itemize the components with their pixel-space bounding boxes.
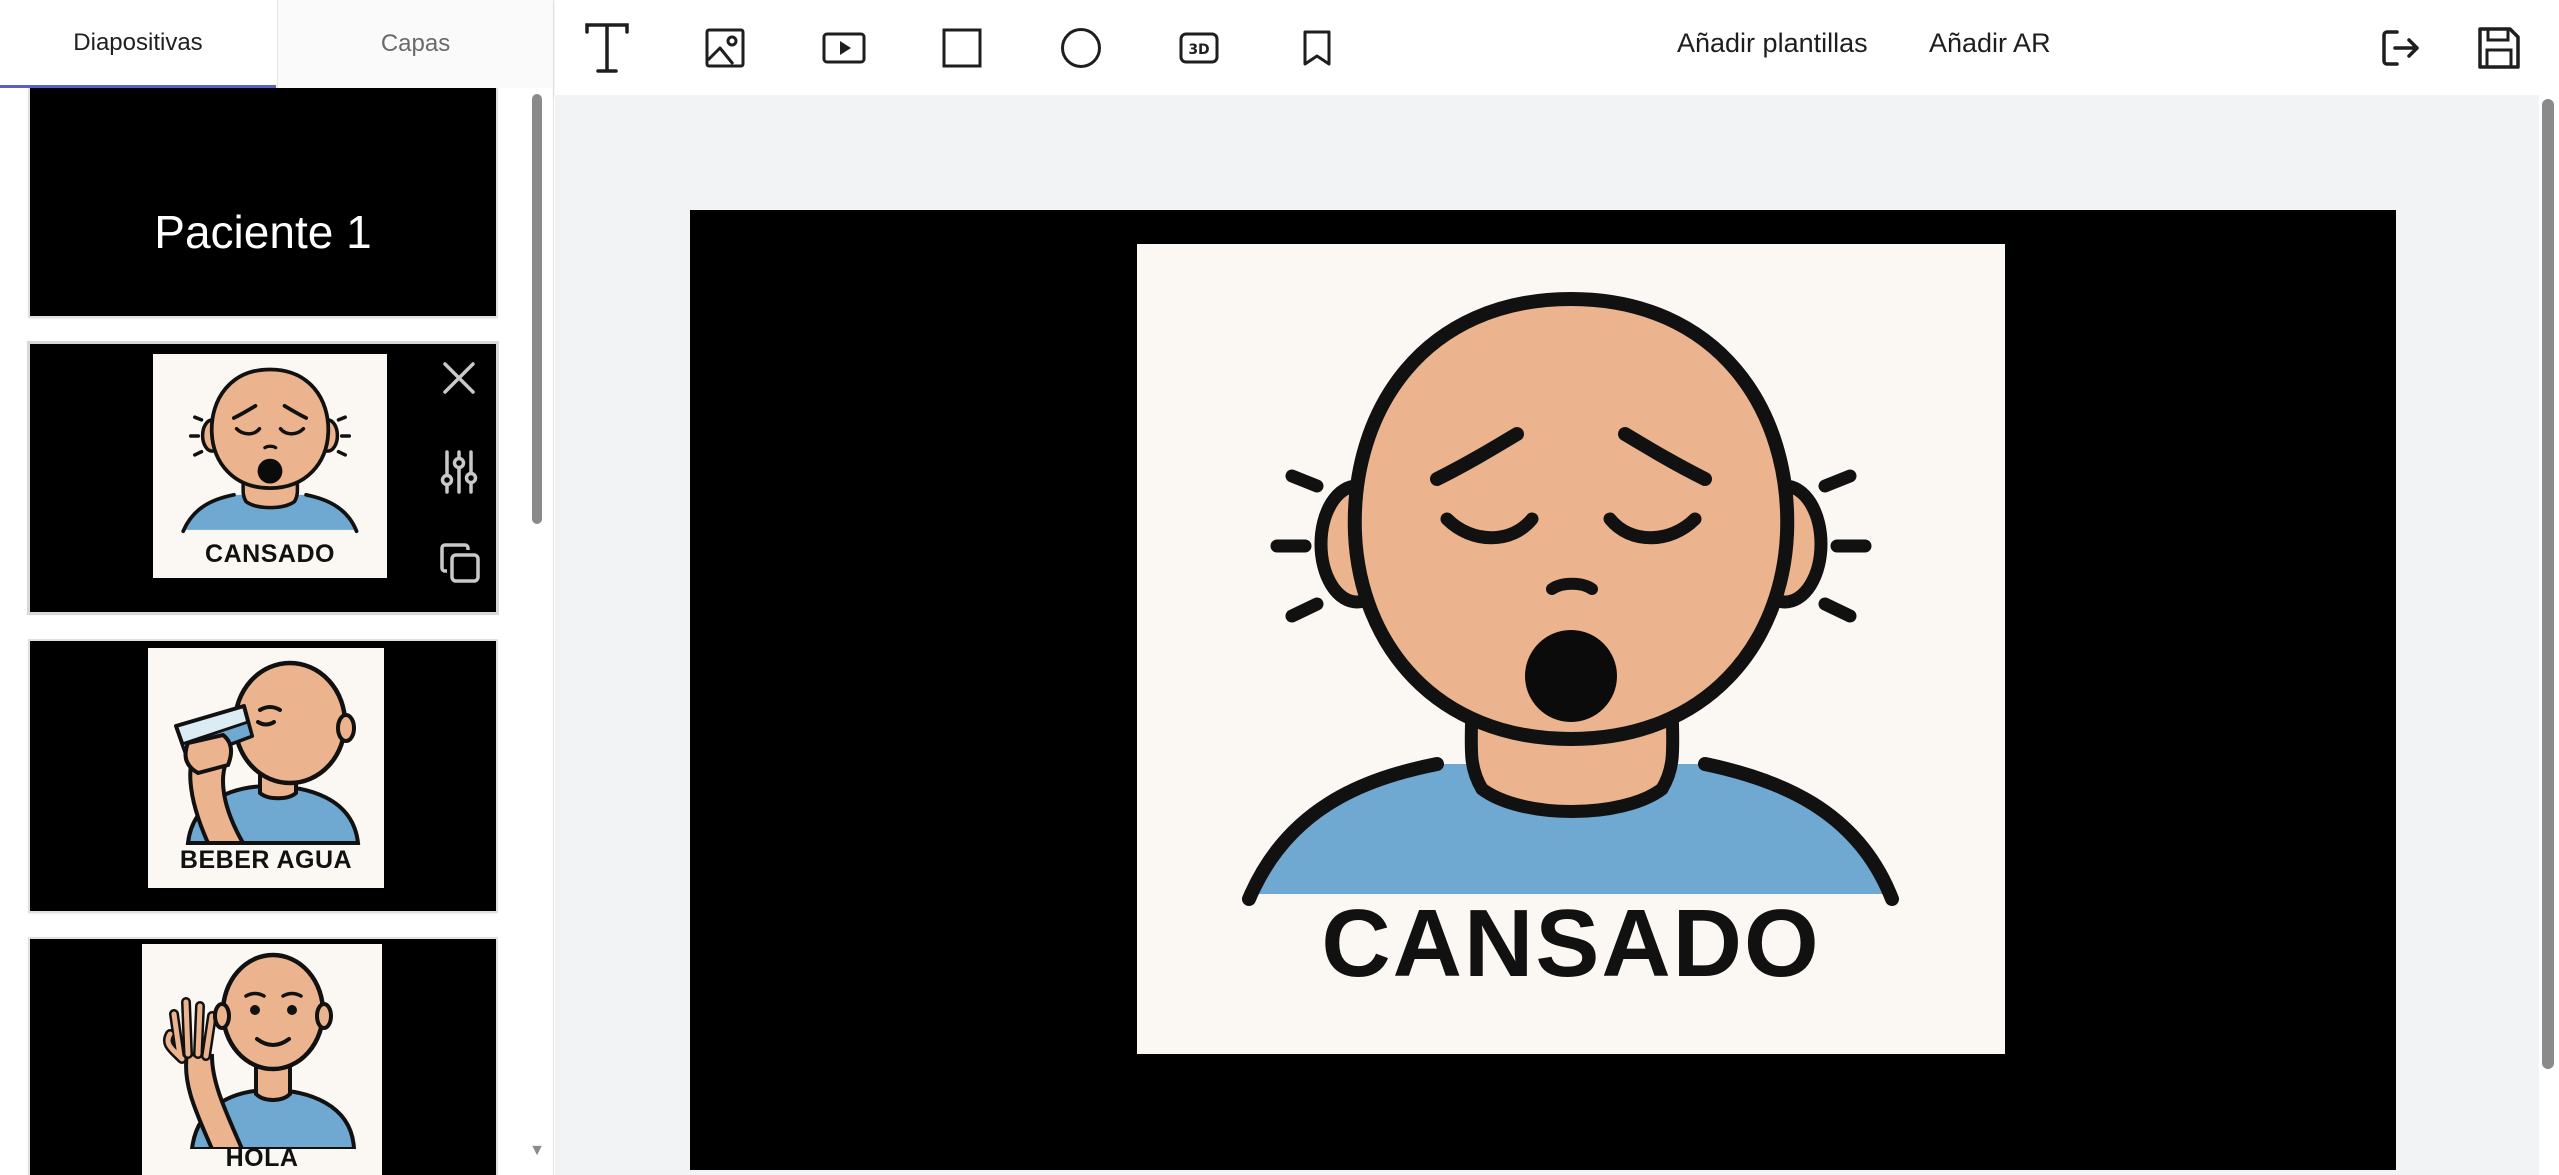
pictogram-card[interactable]: CANSADO: [1137, 244, 2005, 1054]
exit-icon: [2382, 30, 2419, 66]
pictogram-card: BEBER AGUA: [148, 648, 384, 888]
add-image-button[interactable]: [697, 20, 753, 76]
pictogram-label: BEBER AGUA: [179, 846, 353, 874]
add-video-button[interactable]: [816, 20, 872, 76]
add-templates-button[interactable]: Añadir plantillas: [1677, 28, 1868, 59]
canvas-scrollbar[interactable]: [2539, 95, 2559, 1175]
scrollbar-thumb[interactable]: [2542, 99, 2554, 1069]
add-3d-button[interactable]: 3D: [1171, 20, 1227, 76]
add-text-button[interactable]: [579, 20, 635, 76]
drinking-water-pictogram: [174, 660, 361, 845]
delete-slide-icon[interactable]: [439, 358, 479, 398]
circle-icon: [1061, 28, 1101, 68]
slides-panel: Diapositivas Capas Paciente 1 CANSADO BE…: [0, 0, 554, 1175]
save-icon: [2478, 27, 2520, 69]
slide-thumbnail-4[interactable]: HOLA: [28, 937, 498, 1175]
slide-actions: [436, 358, 482, 598]
editor-app: Diapositivas Capas Paciente 1 CANSADO BE…: [0, 0, 2559, 1175]
video-icon: [822, 32, 866, 64]
panel-tabs: Diapositivas Capas: [0, 0, 554, 88]
add-circle-button[interactable]: [1053, 20, 1109, 76]
text-icon: [585, 23, 629, 73]
pictogram-label: CANSADO: [205, 540, 335, 568]
bookmark-icon: [1303, 30, 1331, 66]
3d-icon: 3D: [1179, 32, 1219, 64]
canvas-area[interactable]: CANSADO: [555, 95, 2539, 1175]
svg-text:3D: 3D: [1188, 42, 1209, 58]
pictogram-label[interactable]: CANSADO: [1137, 889, 2005, 999]
pictogram-label: HOLA: [225, 1144, 299, 1172]
image-icon: [705, 28, 745, 68]
slide-thumbnail-3[interactable]: BEBER AGUA: [28, 639, 498, 913]
exit-button[interactable]: [2373, 20, 2429, 76]
pictogram-card: CANSADO: [153, 354, 387, 578]
hello-wave-pictogram: [162, 952, 357, 1149]
tab-slides[interactable]: Diapositivas: [0, 0, 276, 88]
pictogram-card: HOLA: [142, 944, 382, 1175]
slide-thumbnail-1[interactable]: Paciente 1: [28, 88, 498, 318]
square-icon: [942, 28, 982, 68]
tired-face-pictogram: [181, 367, 359, 534]
slide-list: Paciente 1 CANSADO BEBER AGUA HOLA: [0, 88, 520, 1175]
main-slide[interactable]: CANSADO: [690, 210, 2396, 1170]
slide-list-scrollbar[interactable]: ▼: [528, 94, 546, 1160]
scroll-down-icon[interactable]: ▼: [528, 1142, 546, 1160]
tab-layers[interactable]: Capas: [277, 0, 553, 88]
add-square-button[interactable]: [934, 20, 990, 76]
toolbar: 3D Añadir plantillas Añadir AR: [555, 0, 2559, 95]
scrollbar-thumb[interactable]: [532, 94, 542, 524]
slide-title-text: Paciente 1: [154, 206, 372, 258]
duplicate-slide-icon[interactable]: [439, 542, 480, 583]
adjust-slide-icon[interactable]: [439, 450, 479, 494]
save-button[interactable]: [2471, 20, 2527, 76]
add-bookmark-button[interactable]: [1289, 20, 1345, 76]
tired-face-pictogram: [1137, 244, 2005, 944]
slide-thumbnail-2[interactable]: CANSADO: [27, 341, 499, 615]
add-ar-button[interactable]: Añadir AR: [1929, 28, 2051, 59]
